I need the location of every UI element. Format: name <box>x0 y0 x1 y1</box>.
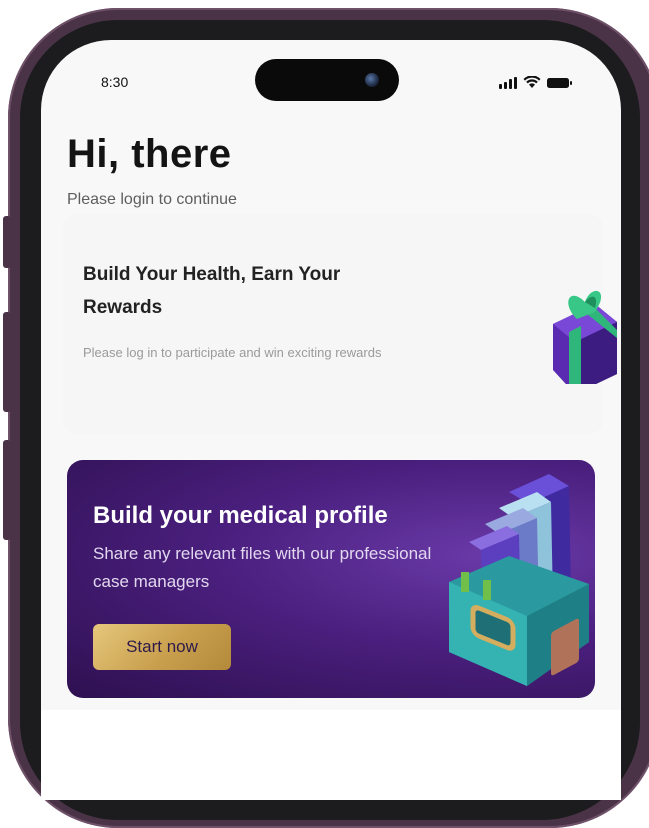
content-area <box>41 710 621 800</box>
app-screen: 8:30 Hi, there Please login to continue … <box>41 40 621 800</box>
page-title: Hi, there <box>67 132 232 176</box>
camera-icon <box>365 73 379 87</box>
rewards-title: Build Your Health, Earn Your Rewards <box>83 264 341 318</box>
rewards-card[interactable]: Build Your Health, Earn Your Rewards Ple… <box>63 214 617 434</box>
battery-icon <box>547 77 573 89</box>
folder-box-icon <box>439 472 595 696</box>
gift-icon <box>547 274 617 394</box>
volume-down-button <box>3 440 11 540</box>
login-prompt: Please login to continue <box>67 191 237 208</box>
rewards-description: Please log in to participate and win exc… <box>83 345 382 360</box>
wifi-icon <box>523 76 541 89</box>
status-icons <box>499 76 573 89</box>
action-button <box>3 216 11 268</box>
signal-icon <box>499 77 517 89</box>
profile-description: Share any relevant files with our profes… <box>93 544 432 591</box>
status-time: 8:30 <box>101 74 129 90</box>
dynamic-island <box>255 59 399 101</box>
volume-up-button <box>3 312 11 412</box>
status-bar: 8:30 <box>41 40 621 110</box>
start-now-button[interactable]: Start now <box>93 624 231 670</box>
medical-profile-card: Build your medical profile Share any rel… <box>67 460 595 698</box>
profile-title: Build your medical profile <box>93 502 388 529</box>
